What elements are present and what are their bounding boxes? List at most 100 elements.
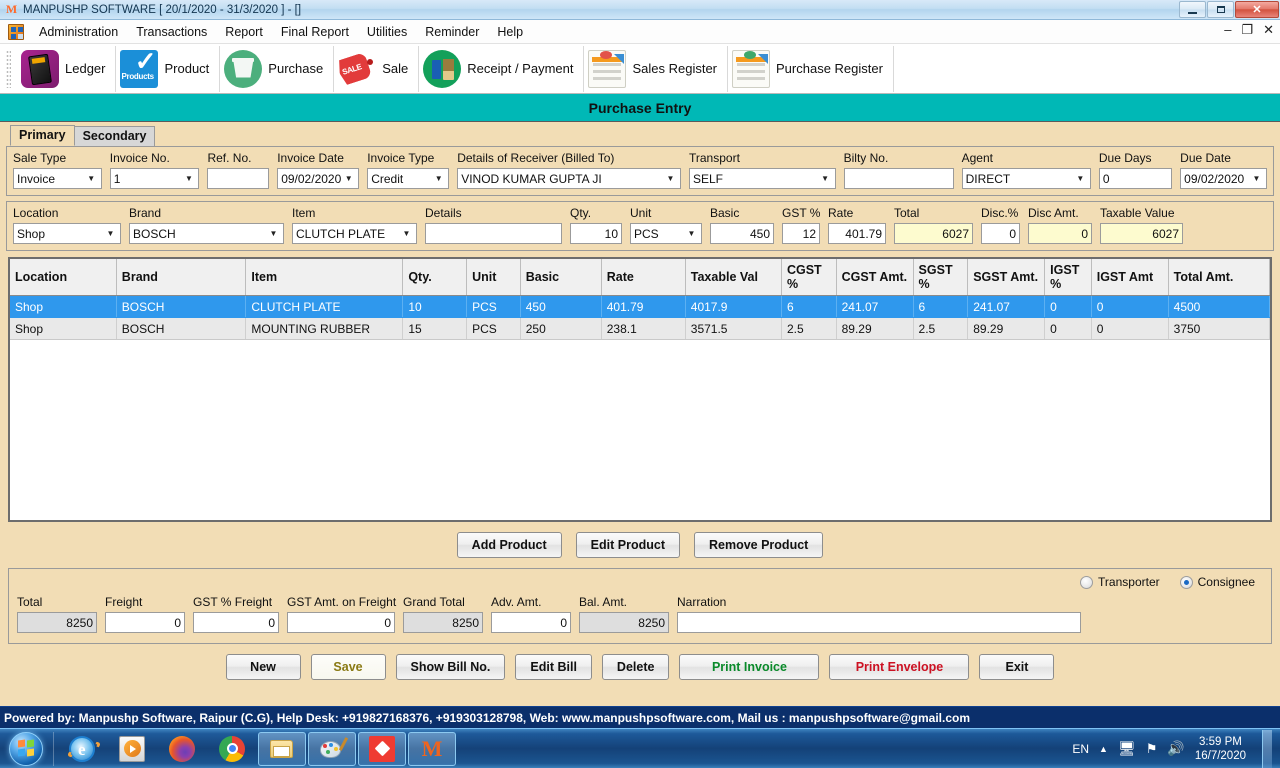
invoice-no-dropdown[interactable]: 1 — [109, 168, 200, 189]
disc-pct-input[interactable]: 0 — [981, 223, 1020, 244]
toolbar-button-ledger[interactable]: Ledger — [17, 45, 117, 92]
print-envelope-button[interactable]: Print Envelope — [829, 654, 970, 680]
manpushp-app-icon[interactable]: M — [408, 731, 456, 766]
file-explorer-icon[interactable] — [258, 731, 306, 766]
chevron-down-icon[interactable] — [819, 169, 832, 188]
col-brand[interactable]: Brand — [116, 259, 247, 296]
delete-button[interactable]: Delete — [601, 654, 670, 680]
details-input[interactable] — [425, 223, 562, 244]
mdi-restore-button[interactable]: ❐ — [1241, 22, 1253, 38]
col-sgst-amt[interactable]: SGST Amt. — [967, 259, 1046, 296]
anydesk-icon[interactable] — [358, 731, 406, 766]
rate-input[interactable]: 401.79 — [828, 223, 886, 244]
due-days-input[interactable]: 0 — [1098, 168, 1173, 189]
show-bill-no-button[interactable]: Show Bill No. — [395, 654, 506, 680]
col-cgst-pct[interactable]: CGST % — [781, 259, 837, 296]
menu-item-final-report[interactable]: Final Report — [272, 22, 358, 42]
table-row[interactable]: Shop BOSCH CLUTCH PLATE 10 PCS 450 401.7… — [10, 295, 1270, 318]
gst-amt-freight-input[interactable]: 0 — [287, 612, 395, 633]
agent-dropdown[interactable]: DIRECT — [961, 168, 1091, 189]
chevron-down-icon[interactable] — [400, 224, 413, 243]
minimize-button[interactable] — [1179, 1, 1206, 18]
exit-button[interactable]: Exit — [979, 654, 1055, 680]
col-igst-pct[interactable]: IGST % — [1044, 259, 1092, 296]
col-sgst-pct[interactable]: SGST % — [913, 259, 969, 296]
radio-consignee-dot[interactable] — [1179, 575, 1193, 589]
volume-icon[interactable]: 🔊 — [1167, 740, 1184, 757]
invoice-date-picker[interactable]: 09/02/2020 — [277, 168, 360, 189]
show-desktop-button[interactable] — [1262, 729, 1272, 768]
toolbar-button-sale[interactable]: Sale — [334, 45, 420, 92]
new-button[interactable]: New — [225, 654, 301, 680]
item-dropdown[interactable]: CLUTCH PLATE — [292, 223, 417, 244]
firefox-icon[interactable] — [158, 732, 206, 766]
col-item[interactable]: Item — [245, 259, 404, 296]
start-orb-icon[interactable] — [2, 730, 50, 768]
col-qty[interactable]: Qty. — [402, 259, 468, 296]
chevron-down-icon[interactable] — [342, 169, 355, 188]
total-input[interactable]: 6027 — [894, 223, 973, 244]
toolbar-button-receipt-payment[interactable]: Receipt / Payment — [419, 45, 585, 92]
col-location[interactable]: Location — [10, 259, 117, 296]
col-rate[interactable]: Rate — [601, 259, 686, 296]
due-date-picker[interactable]: 09/02/2020 — [1180, 168, 1267, 189]
basic-input[interactable]: 450 — [710, 223, 774, 244]
col-taxable-val[interactable]: Taxable Val — [685, 259, 782, 296]
radio-consignee[interactable]: Consignee — [1179, 575, 1255, 589]
google-chrome-icon[interactable] — [208, 732, 256, 766]
restore-button[interactable] — [1207, 1, 1234, 18]
col-total-amt[interactable]: Total Amt. — [1168, 259, 1270, 296]
disc-amt-input[interactable]: 0 — [1028, 223, 1092, 244]
ref-no-input[interactable] — [207, 168, 270, 189]
remove-product-button[interactable]: Remove Product — [693, 532, 824, 558]
toolbar-grip[interactable] — [6, 49, 11, 88]
chevron-down-icon[interactable] — [664, 169, 677, 188]
qty-input[interactable]: 10 — [570, 223, 622, 244]
brand-dropdown[interactable]: BOSCH — [129, 223, 284, 244]
col-unit[interactable]: Unit — [466, 259, 521, 296]
chevron-down-icon[interactable] — [267, 224, 280, 243]
paint-icon[interactable] — [308, 731, 356, 766]
taxable-value-input[interactable]: 6027 — [1100, 223, 1183, 244]
network-icon[interactable]: 🖥 — [1118, 740, 1136, 757]
receiver-dropdown[interactable]: VINOD KUMAR GUPTA JI — [457, 168, 681, 189]
chevron-down-icon[interactable] — [685, 224, 698, 243]
windows-media-player-icon[interactable] — [108, 732, 156, 766]
close-button[interactable]: ✕ — [1235, 1, 1279, 18]
col-basic[interactable]: Basic — [520, 259, 602, 296]
freight-input[interactable]: 0 — [105, 612, 185, 633]
print-invoice-button[interactable]: Print Invoice — [679, 654, 820, 680]
add-product-button[interactable]: Add Product — [456, 532, 562, 558]
edit-product-button[interactable]: Edit Product — [575, 532, 680, 558]
toolbar-button-sales-register[interactable]: Sales Register — [584, 45, 729, 92]
location-dropdown[interactable]: Shop — [13, 223, 121, 244]
tab-primary[interactable]: Primary — [10, 125, 75, 146]
adv-amt-input[interactable]: 0 — [491, 612, 571, 633]
chevron-down-icon[interactable] — [432, 169, 445, 188]
menu-item-report[interactable]: Report — [216, 22, 272, 42]
edit-bill-button[interactable]: Edit Bill — [515, 654, 592, 680]
menu-item-reminder[interactable]: Reminder — [416, 22, 488, 42]
radio-transporter-dot[interactable] — [1080, 575, 1094, 589]
chevron-down-icon[interactable] — [1074, 169, 1087, 188]
chevron-down-icon[interactable] — [85, 169, 98, 188]
menu-item-help[interactable]: Help — [488, 22, 532, 42]
gst-pct-freight-input[interactable]: 0 — [193, 612, 279, 633]
narration-input[interactable] — [677, 612, 1081, 633]
col-cgst-amt[interactable]: CGST Amt. — [836, 259, 914, 296]
chevron-down-icon[interactable] — [1250, 169, 1263, 188]
internet-explorer-icon[interactable]: e — [58, 732, 106, 766]
mdi-close-button[interactable]: ✕ — [1263, 22, 1274, 38]
toolbar-button-purchase[interactable]: Purchase — [220, 45, 335, 92]
toolbar-button-purchase-register[interactable]: Purchase Register — [728, 45, 894, 92]
bilty-no-input[interactable] — [843, 168, 954, 189]
tab-secondary[interactable]: Secondary — [73, 126, 156, 146]
menu-item-administration[interactable]: Administration — [30, 22, 127, 42]
chevron-down-icon[interactable] — [182, 169, 195, 188]
menu-item-transactions[interactable]: Transactions — [127, 22, 216, 42]
toolbar-button-product[interactable]: Product — [116, 45, 221, 92]
sale-type-dropdown[interactable]: Invoice — [13, 168, 102, 189]
gst-pct-input[interactable]: 12 — [782, 223, 820, 244]
col-igst-amt[interactable]: IGST Amt — [1091, 259, 1169, 296]
language-indicator[interactable]: EN — [1072, 742, 1089, 756]
